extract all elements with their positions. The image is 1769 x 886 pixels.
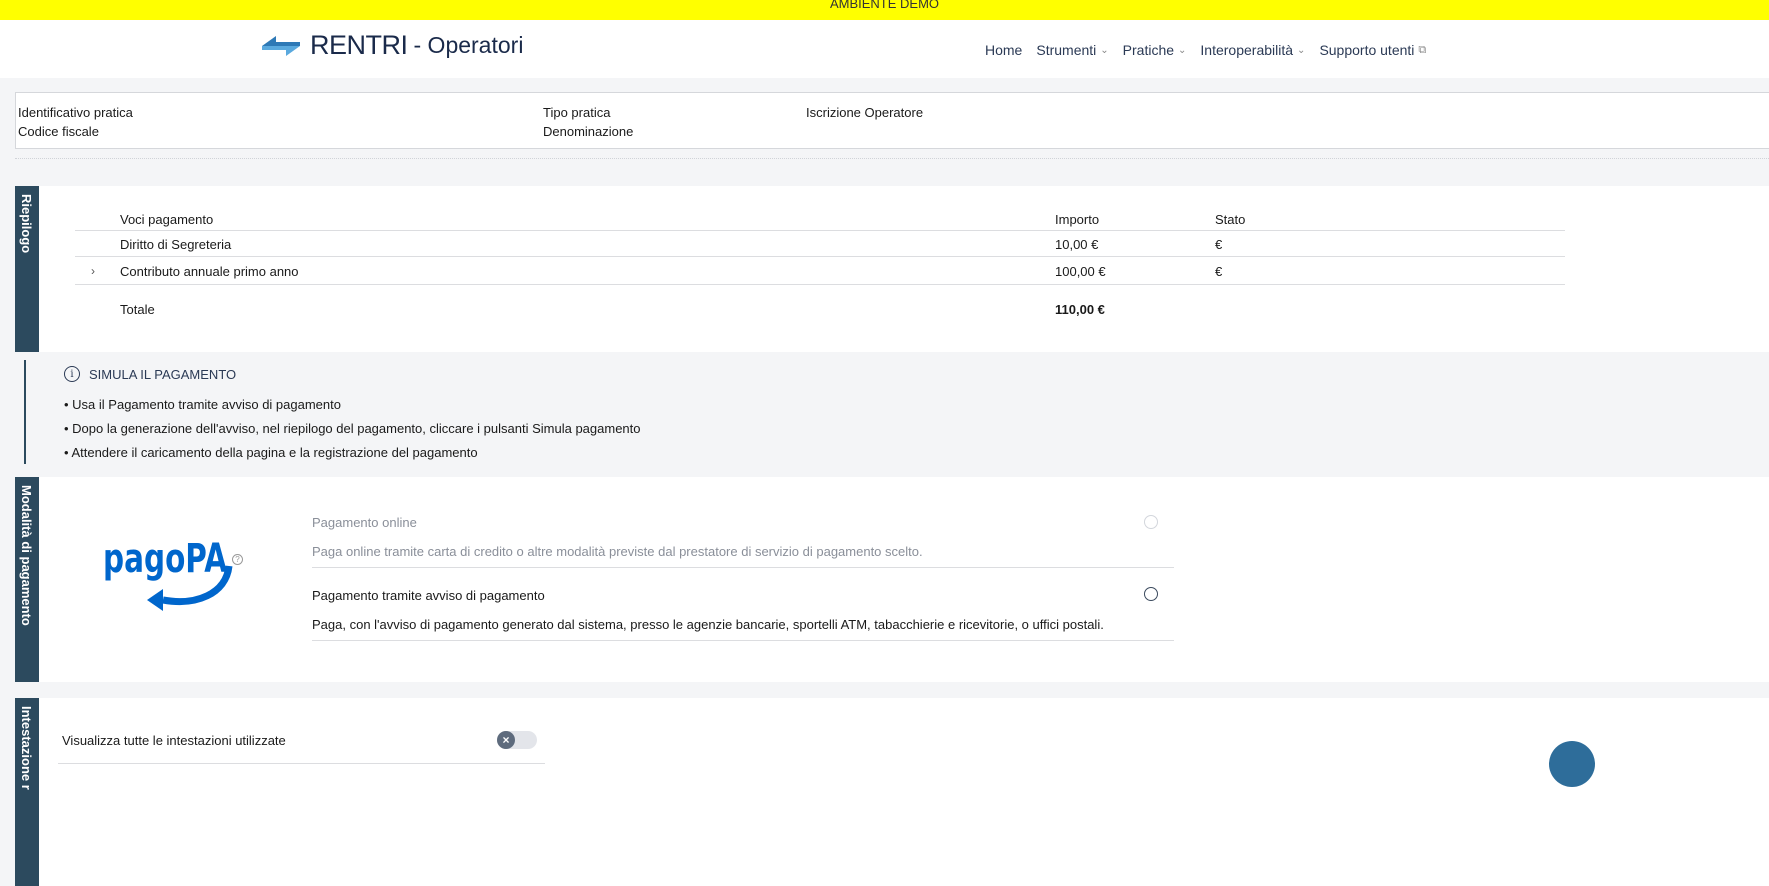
app-logo[interactable]: RENTRI - Operatori	[260, 30, 523, 61]
total-label: Totale	[120, 302, 155, 317]
payment-option-avviso[interactable]: Pagamento tramite avviso di pagamento Pa…	[312, 588, 1174, 632]
divider	[312, 640, 1174, 641]
external-link-icon: ⧉	[1418, 43, 1427, 56]
nav-supporto-utenti[interactable]: Supporto utenti ⧉	[1319, 42, 1426, 58]
payment-option-online[interactable]: Pagamento online Paga online tramite car…	[312, 515, 1174, 559]
option-description: Paga online tramite carta di credito o a…	[312, 544, 923, 559]
denomination-label: Denominazione	[543, 124, 634, 139]
radio-avviso[interactable]	[1144, 587, 1158, 601]
headers-tab-label: Intestazione r	[19, 706, 34, 790]
payment-section	[15, 477, 1769, 682]
option-title: Pagamento online	[312, 515, 417, 530]
divider	[58, 763, 545, 764]
pagopa-logo: pagoPA ?	[101, 526, 261, 619]
notice-title: i SIMULA IL PAGAMENTO	[64, 366, 236, 382]
col-voci: Voci pagamento	[120, 212, 214, 227]
nav-interoperabilita-label: Interoperabilità	[1200, 42, 1294, 58]
total-value: 110,00 €	[1055, 302, 1105, 317]
chevron-down-icon: ⌄	[1100, 44, 1109, 56]
row-amount: 10,00 €	[1055, 237, 1099, 252]
notice-bullet: Dopo la generazione dell'avviso, nel rie…	[72, 421, 641, 436]
top-navbar: RENTRI - Operatori Home Strumenti ⌄ Prati…	[0, 20, 1769, 78]
nav-strumenti-label: Strumenti	[1036, 42, 1097, 58]
arrows-logo-icon	[262, 35, 300, 56]
nav-home[interactable]: Home	[985, 42, 1022, 58]
pagopa-logo-text: pagoPA	[103, 536, 227, 582]
payment-tab-label: Modalità di pagamento	[19, 485, 34, 626]
practice-type-value: Iscrizione Operatore	[806, 105, 924, 120]
practice-info-card: Identificativo pratica Codice fiscale Ti…	[15, 92, 1769, 149]
practice-type-label: Tipo pratica	[543, 105, 611, 120]
toggle-label: Visualizza tutte le intestazioni utilizz…	[62, 733, 286, 748]
floating-action-button[interactable]	[1549, 741, 1595, 787]
chevron-down-icon: ⌄	[1178, 44, 1187, 56]
brand-subtitle: - Operatori	[413, 32, 524, 58]
chevron-down-icon: ⌄	[1297, 44, 1306, 56]
toggle-off-icon: ×	[497, 731, 515, 749]
main-nav: Home Strumenti ⌄ Pratiche ⌄ Interoperabili…	[985, 42, 1440, 58]
summary-tab: Riepilogo	[15, 186, 39, 352]
summary-tab-label: Riepilogo	[19, 194, 34, 254]
radio-online[interactable]	[1144, 515, 1158, 529]
environment-banner: AMBIENTE DEMO	[0, 0, 1769, 20]
nav-strumenti[interactable]: Strumenti ⌄	[1036, 42, 1108, 58]
list-item: • Usa il Pagamento tramite avviso di pag…	[64, 397, 341, 412]
practice-id-label: Identificativo pratica	[18, 105, 133, 120]
nav-interoperabilita[interactable]: Interoperabilità ⌄	[1200, 42, 1305, 58]
nav-home-label: Home	[985, 42, 1023, 58]
headers-tab: Intestazione r	[15, 698, 39, 886]
brand-name: RENTRI	[310, 30, 408, 60]
notice-title-text: SIMULA IL PAGAMENTO	[89, 366, 237, 382]
option-title: Pagamento tramite avviso di pagamento	[312, 588, 545, 603]
chevron-right-icon[interactable]: ›	[91, 264, 95, 278]
divider	[75, 284, 1565, 285]
help-icon[interactable]: ?	[232, 554, 243, 565]
option-description: Paga, con l'avviso di pagamento generato…	[312, 617, 1104, 632]
notice-bullet: Usa il Pagamento tramite avviso di pagam…	[72, 397, 341, 412]
simulation-notice: i SIMULA IL PAGAMENTO • Usa il Pagamento…	[24, 360, 924, 464]
fiscal-code-label: Codice fiscale	[18, 124, 99, 139]
nav-pratiche-label: Pratiche	[1122, 42, 1175, 58]
col-stato: Stato	[1215, 212, 1246, 227]
row-item: Contributo annuale primo anno	[120, 264, 299, 279]
info-icon: i	[64, 366, 80, 382]
headers-section	[15, 698, 1769, 886]
nav-supporto-label: Supporto utenti	[1319, 42, 1415, 58]
row-amount: 100,00 €	[1055, 264, 1106, 279]
divider	[75, 230, 1565, 231]
notice-bullet: Attendere il caricamento della pagina e …	[71, 445, 478, 460]
summary-section: Voci pagamento Importo Stato Diritto di …	[15, 186, 1769, 352]
list-item: • Dopo la generazione dell'avviso, nel r…	[64, 421, 641, 436]
payment-tab: Modalità di pagamento	[15, 477, 39, 682]
list-item: • Attendere il caricamento della pagina …	[64, 445, 478, 460]
row-item: Diritto di Segreteria	[120, 237, 232, 252]
divider	[75, 256, 1565, 257]
col-importo: Importo	[1055, 212, 1100, 227]
show-headers-toggle[interactable]: ×	[497, 731, 537, 749]
row-status: €	[1215, 264, 1223, 279]
nav-pratiche[interactable]: Pratiche ⌄	[1123, 42, 1187, 58]
divider	[15, 158, 1769, 159]
divider	[312, 567, 1174, 568]
row-status: €	[1215, 237, 1223, 252]
